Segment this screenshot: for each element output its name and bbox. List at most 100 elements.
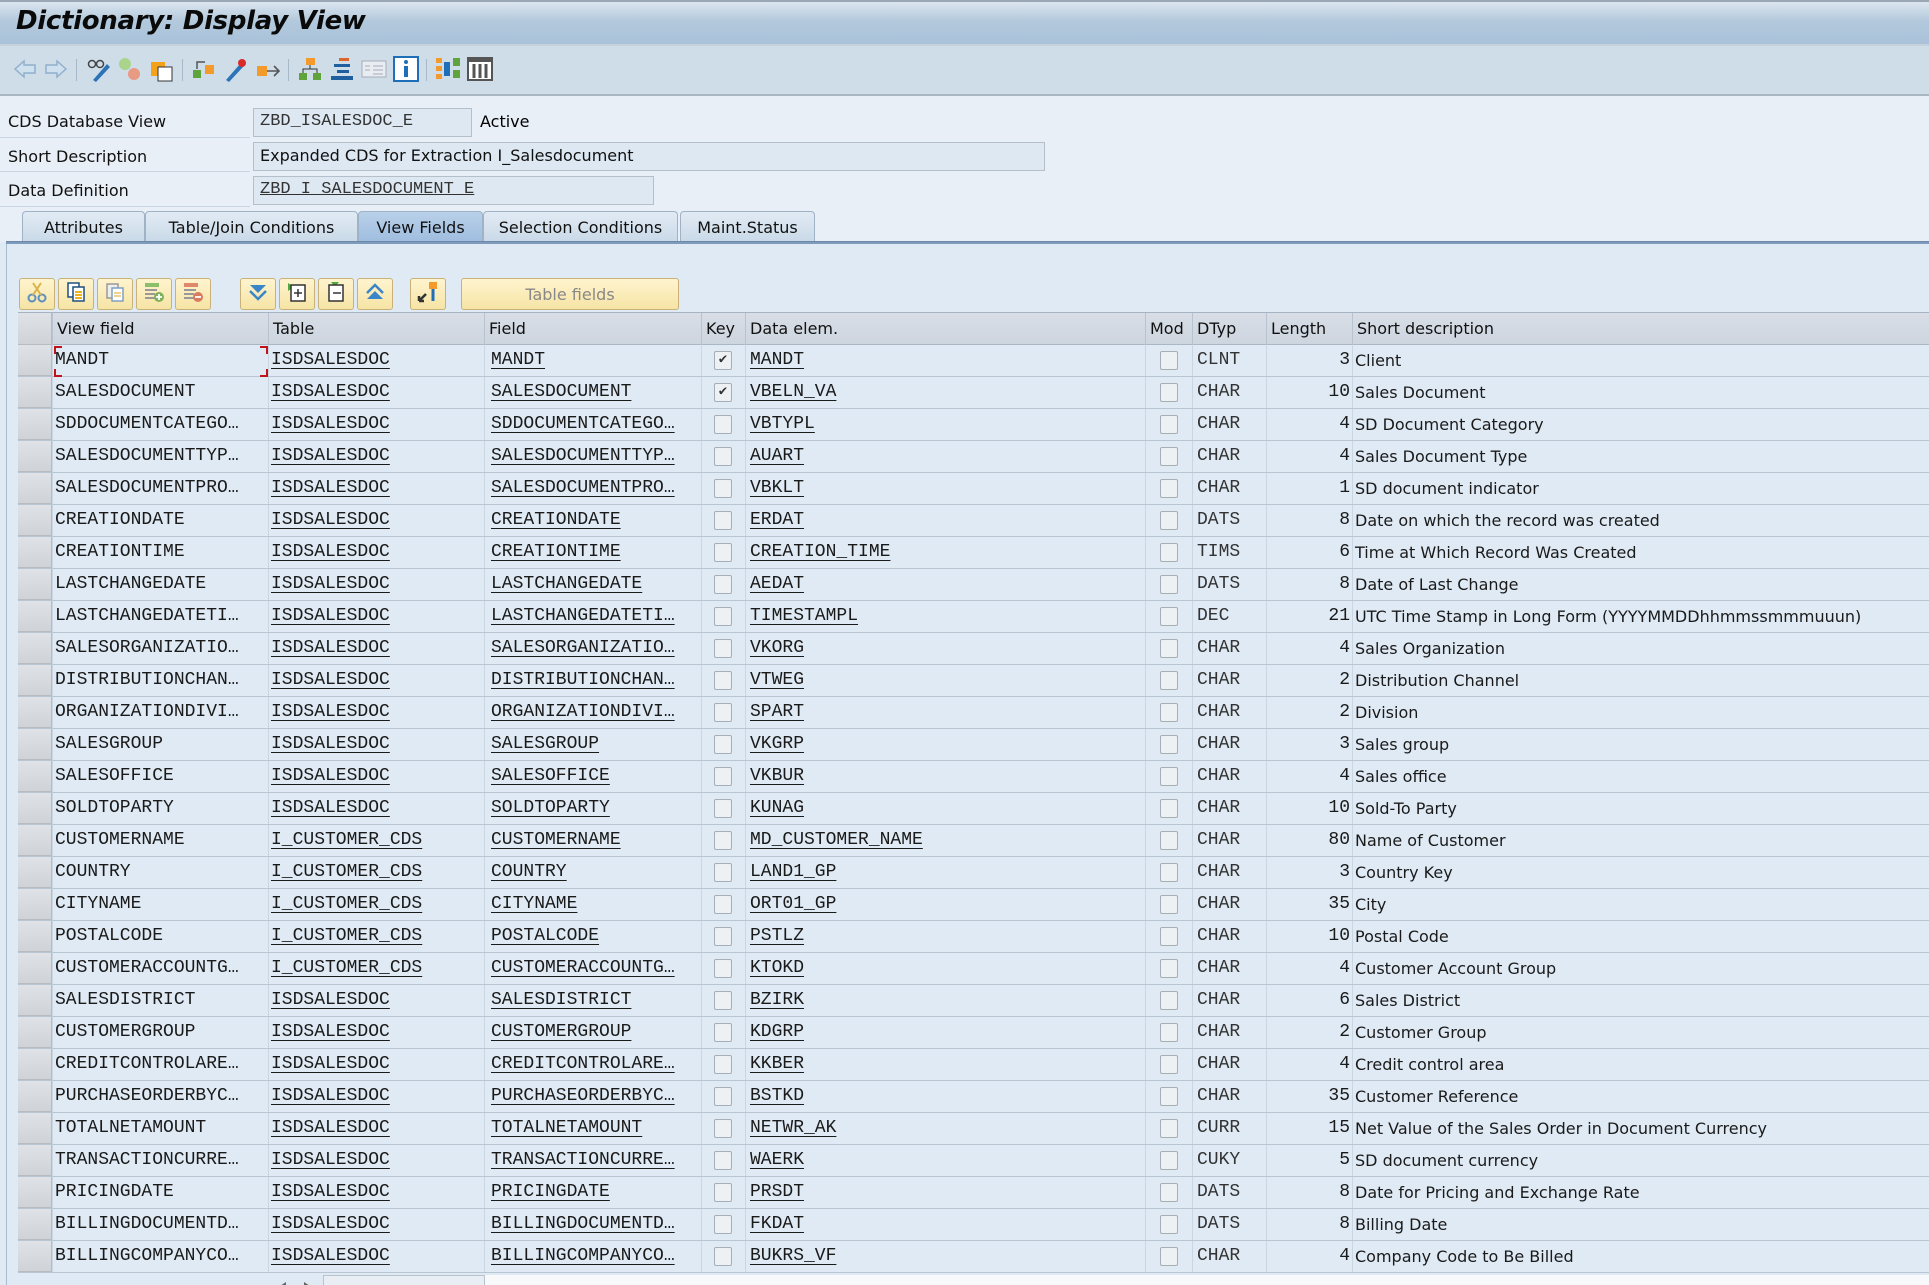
key-checkbox[interactable]	[714, 607, 732, 626]
field-cell[interactable]: LASTCHANGEDATETI…	[484, 601, 701, 632]
field-link[interactable]: SDDOCUMENTCATEGO…	[491, 414, 675, 434]
table-link[interactable]: I_CUSTOMER_CDS	[271, 862, 422, 882]
field-cell[interactable]: CITYNAME	[484, 889, 701, 920]
mod-checkbox[interactable]	[1160, 511, 1178, 530]
tab-attributes[interactable]: Attributes	[22, 211, 145, 242]
field-link[interactable]: MANDT	[491, 350, 545, 370]
data-element-cell[interactable]: KTOKD	[745, 953, 1145, 984]
field-link[interactable]: BILLINGCOMPANYCO…	[491, 1246, 675, 1266]
field-cell[interactable]: LASTCHANGEDATE	[484, 569, 701, 600]
view-field-cell[interactable]: SALESOFFICE	[52, 761, 268, 792]
key-checkbox[interactable]	[714, 735, 732, 754]
select-all-button[interactable]	[240, 278, 276, 310]
key-checkbox[interactable]	[714, 1087, 732, 1106]
data-element-link[interactable]: TIMESTAMPL	[750, 606, 858, 626]
field-link[interactable]: TRANSACTIONCURRE…	[491, 1150, 675, 1170]
activate-icon[interactable]	[223, 56, 249, 82]
mod-checkbox[interactable]	[1160, 959, 1178, 978]
data-element-link[interactable]: LAND1_GP	[750, 862, 836, 882]
table-row[interactable]: SOLDTOPARTY ISDSALESDOC SOLDTOPARTY KUNAG CH…	[18, 793, 1929, 825]
data-element-link[interactable]: KUNAG	[750, 798, 804, 818]
data-element-cell[interactable]: SPART	[745, 697, 1145, 728]
field-link[interactable]: ORGANIZATIONDIVI…	[491, 702, 675, 722]
view-field-cell[interactable]: SALESORGANIZATIO…	[52, 633, 268, 664]
field-cell[interactable]: SALESORGANIZATIO…	[484, 633, 701, 664]
other-object-icon[interactable]	[149, 56, 175, 82]
field-link[interactable]: CUSTOMERACCOUNTG…	[491, 958, 675, 978]
columns-icon[interactable]	[467, 56, 493, 82]
data-element-cell[interactable]: AEDAT	[745, 569, 1145, 600]
table-link[interactable]: I_CUSTOMER_CDS	[271, 958, 422, 978]
delete-row-button[interactable]	[175, 278, 211, 310]
field-cell[interactable]: SOLDTOPARTY	[484, 793, 701, 824]
row-selector[interactable]	[18, 441, 52, 472]
key-checkbox[interactable]	[714, 927, 732, 946]
table-row[interactable]: CUSTOMERACCOUNTG… I_CUSTOMER_CDS CUSTOMERA…	[18, 953, 1929, 985]
table-cell[interactable]: ISDSALESDOC	[268, 345, 484, 376]
col-header-dtyp[interactable]: DTyp	[1192, 313, 1266, 345]
table-cell[interactable]: ISDSALESDOC	[268, 377, 484, 408]
field-link[interactable]: SALESGROUP	[491, 734, 599, 754]
field-cell[interactable]: CUSTOMERNAME	[484, 825, 701, 856]
field-link[interactable]: SALESDOCUMENTPRO…	[491, 478, 675, 498]
table-cell[interactable]: ISDSALESDOC	[268, 761, 484, 792]
table-row[interactable]: LASTCHANGEDATETI… ISDSALESDOC LASTCHANGEDA…	[18, 601, 1929, 633]
mod-checkbox[interactable]	[1160, 831, 1178, 850]
data-element-link[interactable]: KDGRP	[750, 1022, 804, 1042]
horizontal-scrollbar-track[interactable]	[485, 1275, 1929, 1285]
col-header-length[interactable]: Length	[1266, 313, 1352, 345]
table-link[interactable]: ISDSALESDOC	[271, 798, 390, 818]
table-row[interactable]: CREATIONDATE ISDSALESDOC CREATIONDATE ERDAT…	[18, 505, 1929, 537]
field-cell[interactable]: ORGANIZATIONDIVI…	[484, 697, 701, 728]
table-row[interactable]: BILLINGDOCUMENTD… ISDSALESDOC BILLINGDOCUM…	[18, 1209, 1929, 1241]
table-cell[interactable]: I_CUSTOMER_CDS	[268, 825, 484, 856]
table-row[interactable]: LASTCHANGEDATE ISDSALESDOC LASTCHANGEDATE A…	[18, 569, 1929, 601]
table-link[interactable]: ISDSALESDOC	[271, 574, 390, 594]
mod-checkbox[interactable]	[1160, 1247, 1178, 1266]
view-field-cell[interactable]: TOTALNETAMOUNT	[52, 1113, 268, 1144]
data-element-link[interactable]: KTOKD	[750, 958, 804, 978]
data-element-cell[interactable]: VKORG	[745, 633, 1145, 664]
data-element-link[interactable]: KKBER	[750, 1054, 804, 1074]
key-checkbox[interactable]	[714, 799, 732, 818]
key-checkbox[interactable]	[714, 1119, 732, 1138]
field-cell[interactable]: TOTALNETAMOUNT	[484, 1113, 701, 1144]
data-definition-link[interactable]: ZBD_I_SALESDOCUMENT_E	[260, 180, 474, 199]
table-row[interactable]: SALESGROUP ISDSALESDOC SALESGROUP VKGRP CHAR…	[18, 729, 1929, 761]
row-selector[interactable]	[18, 601, 52, 632]
field-link[interactable]: CUSTOMERNAME	[491, 830, 621, 850]
table-row[interactable]: CREDITCONTROLARE… ISDSALESDOC CREDITCONTRO…	[18, 1049, 1929, 1081]
field-cell[interactable]: CUSTOMERGROUP	[484, 1017, 701, 1048]
view-field-cell[interactable]: CUSTOMERACCOUNTG…	[52, 953, 268, 984]
table-link[interactable]: ISDSALESDOC	[271, 606, 390, 626]
row-selector[interactable]	[18, 1017, 52, 1048]
mod-checkbox[interactable]	[1160, 1215, 1178, 1234]
data-element-link[interactable]: VTWEG	[750, 670, 804, 690]
data-element-link[interactable]: FKDAT	[750, 1214, 804, 1234]
data-element-cell[interactable]: BZIRK	[745, 985, 1145, 1016]
data-element-cell[interactable]: VKBUR	[745, 761, 1145, 792]
mod-checkbox[interactable]	[1160, 703, 1178, 722]
row-selector[interactable]	[18, 473, 52, 504]
field-cell[interactable]: SALESDOCUMENT	[484, 377, 701, 408]
data-element-link[interactable]: AUART	[750, 446, 804, 466]
data-element-cell[interactable]: FKDAT	[745, 1209, 1145, 1240]
table-row[interactable]: CITYNAME I_CUSTOMER_CDS CITYNAME ORT01_GP CH…	[18, 889, 1929, 921]
data-element-link[interactable]: BUKRS_VF	[750, 1246, 836, 1266]
table-link[interactable]: ISDSALESDOC	[271, 510, 390, 530]
table-cell[interactable]: ISDSALESDOC	[268, 505, 484, 536]
tab-table-join-conditions[interactable]: Table/Join Conditions	[145, 211, 358, 242]
table-cell[interactable]: ISDSALESDOC	[268, 537, 484, 568]
table-link[interactable]: ISDSALESDOC	[271, 478, 390, 498]
key-checkbox[interactable]	[714, 415, 732, 434]
view-field-cell[interactable]: CITYNAME	[52, 889, 268, 920]
table-link[interactable]: ISDSALESDOC	[271, 670, 390, 690]
info-icon[interactable]	[393, 56, 419, 82]
mod-checkbox[interactable]	[1160, 1183, 1178, 1202]
table-cell[interactable]: ISDSALESDOC	[268, 1241, 484, 1272]
mod-checkbox[interactable]	[1160, 639, 1178, 658]
data-element-cell[interactable]: MD_CUSTOMER_NAME	[745, 825, 1145, 856]
table-row[interactable]: CUSTOMERNAME I_CUSTOMER_CDS CUSTOMERNAME MD…	[18, 825, 1929, 857]
row-selector[interactable]	[18, 1209, 52, 1240]
mod-checkbox[interactable]	[1160, 863, 1178, 882]
